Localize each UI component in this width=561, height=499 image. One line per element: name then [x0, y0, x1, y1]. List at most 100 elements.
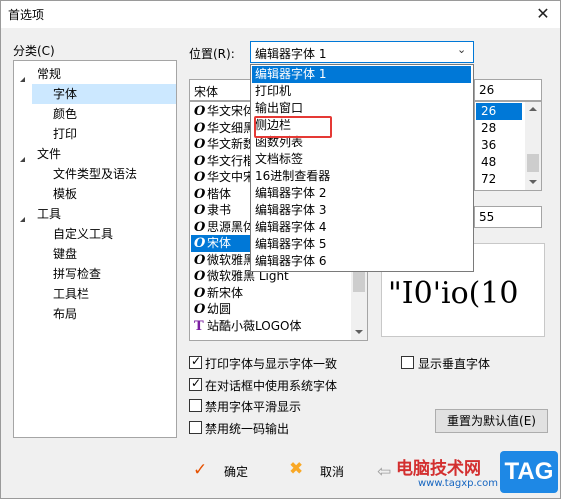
- opentype-font-icon: O: [194, 120, 206, 136]
- show-vertical-checkbox[interactable]: [401, 356, 414, 369]
- tree-item-label: 键盘: [53, 247, 78, 261]
- scroll-thumb[interactable]: [527, 154, 539, 172]
- truetype-font-icon: T: [194, 318, 204, 334]
- position-option[interactable]: 编辑器字体 1: [252, 66, 471, 83]
- tree-item-label: 布局: [53, 307, 78, 321]
- collapse-icon[interactable]: [20, 210, 27, 222]
- category-tree[interactable]: 常规 字体颜色打印文件文件类型及语法模板工具自定义工具键盘拼写检查工具栏布局: [13, 60, 177, 438]
- opentype-font-icon: O: [194, 252, 206, 268]
- tree-item-label: 颜色: [53, 107, 78, 121]
- size-list-item[interactable]: 72: [476, 171, 522, 188]
- font-list-item-label: 华文新魏: [207, 137, 256, 151]
- tree-item[interactable]: 布局: [32, 304, 176, 324]
- back-arrow-icon[interactable]: ⇦: [377, 462, 391, 482]
- tree-item-label: 拼写检查: [53, 267, 102, 281]
- watermark-site-name: 电脑技术网: [396, 459, 481, 479]
- position-option[interactable]: 输出窗口: [252, 100, 471, 117]
- tree-item[interactable]: 字体: [32, 84, 176, 104]
- window-title: 首选项: [8, 8, 45, 22]
- watermark-tag-logo: TAG: [500, 451, 558, 493]
- position-option[interactable]: 编辑器字体 5: [252, 236, 471, 253]
- option-checkbox[interactable]: [189, 399, 202, 412]
- position-label: 位置(R):: [189, 47, 235, 61]
- tree-item-label: 文件: [37, 147, 62, 161]
- position-option[interactable]: 文档标签: [252, 151, 471, 168]
- checkmark-icon: ✓: [193, 460, 208, 480]
- opentype-font-icon: O: [194, 137, 206, 152]
- font-list-item-label: 思源黑体: [207, 219, 256, 234]
- char-spacing-input[interactable]: 55: [474, 206, 542, 228]
- option-checkbox[interactable]: [189, 354, 202, 369]
- font-list-item[interactable]: O 新宋体: [191, 285, 367, 302]
- tree-item[interactable]: 颜色: [32, 104, 176, 124]
- watermark-url: www.tagxp.com: [418, 478, 498, 489]
- tree-item[interactable]: 常规: [14, 64, 176, 84]
- position-option[interactable]: 编辑器字体 3: [252, 202, 471, 219]
- font-list-item-label: 微软雅黑: [207, 252, 256, 267]
- size-list-item[interactable]: 28: [476, 120, 522, 137]
- font-list-item-label: 幼圆: [207, 302, 232, 316]
- cancel-button-label: 取消: [320, 465, 345, 479]
- font-size-value: 26: [479, 83, 495, 97]
- font-list-item-label: 华文中宋: [207, 170, 256, 184]
- tree-item-label: 模板: [53, 187, 78, 201]
- tree-item[interactable]: 打印: [32, 124, 176, 144]
- size-list-scrollbar[interactable]: [525, 102, 541, 190]
- font-size-input[interactable]: 26: [474, 79, 542, 101]
- highlight-box: [254, 116, 332, 138]
- collapse-icon[interactable]: [20, 150, 27, 162]
- position-option[interactable]: 编辑器字体 6: [252, 253, 471, 270]
- ok-button-label: 确定: [224, 465, 249, 479]
- font-list-item-label: 站酷小薇LOGO体: [207, 318, 302, 333]
- category-label: 分类(C): [13, 44, 55, 58]
- char-spacing-value: 55: [479, 210, 495, 224]
- position-select-value: 编辑器字体 1: [255, 47, 327, 61]
- position-option[interactable]: 打印机: [252, 83, 471, 100]
- title-bar: [1, 1, 560, 28]
- scroll-up-icon[interactable]: [529, 107, 537, 111]
- tree-item[interactable]: 文件类型及语法: [32, 164, 176, 184]
- opentype-font-icon: O: [194, 203, 206, 218]
- font-size-list[interactable]: 26 28 36 48 72: [474, 101, 542, 191]
- tree-item[interactable]: 工具栏: [32, 284, 176, 304]
- font-list-item[interactable]: T 站酷小薇LOGO体: [191, 318, 367, 335]
- option-checkbox[interactable]: [189, 420, 202, 434]
- opentype-font-icon: O: [194, 269, 206, 284]
- tree-item[interactable]: 工具: [14, 204, 176, 224]
- tree-item[interactable]: 文件: [14, 144, 176, 164]
- font-list-item[interactable]: O 幼圆: [191, 301, 367, 318]
- option-checkbox[interactable]: [189, 376, 202, 391]
- tree-item-label: 工具: [37, 207, 62, 221]
- font-list-item-label: 华文宋体: [207, 104, 256, 118]
- opentype-font-icon: O: [194, 285, 206, 301]
- scroll-down-icon[interactable]: [529, 180, 537, 184]
- opentype-font-icon: O: [194, 219, 206, 235]
- opentype-font-icon: O: [194, 170, 206, 185]
- font-list-item-label: 华文细黑: [207, 120, 256, 135]
- chevron-down-icon: ⌄: [457, 43, 467, 56]
- position-option[interactable]: 编辑器字体 2: [252, 185, 471, 202]
- tree-item[interactable]: 自定义工具: [32, 224, 176, 244]
- collapse-icon[interactable]: [20, 70, 27, 82]
- font-name-value: 宋体: [194, 85, 219, 99]
- opentype-font-icon: O: [194, 302, 206, 317]
- opentype-font-icon: O: [194, 153, 206, 169]
- size-list-item[interactable]: 26: [476, 103, 522, 120]
- position-option[interactable]: 编辑器字体 4: [252, 219, 471, 236]
- size-list-item[interactable]: 36: [476, 137, 522, 154]
- tree-item[interactable]: 拼写检查: [32, 264, 176, 284]
- reset-default-button[interactable]: 重置为默认值(E): [435, 409, 548, 433]
- tree-item[interactable]: 键盘: [32, 244, 176, 264]
- position-select[interactable]: 编辑器字体 1 ⌄: [250, 41, 474, 63]
- position-dropdown[interactable]: 编辑器字体 1 打印机 输出窗口 侧边栏 函数列表 文档标签 16进制查看器 编辑器字体 2编…: [250, 64, 474, 272]
- tree-item-label: 自定义工具: [53, 227, 114, 241]
- preview-text: "I0'io(10: [388, 276, 519, 311]
- tree-item[interactable]: 模板: [32, 184, 176, 204]
- tree-item-label: 工具栏: [53, 287, 90, 301]
- position-option[interactable]: 16进制查看器: [252, 168, 471, 185]
- font-list-item-label: 新宋体: [207, 285, 244, 300]
- option-label: 打印字体与显示字体一致: [205, 357, 338, 371]
- size-list-item[interactable]: 48: [476, 154, 522, 171]
- option-label: 禁用字体平滑显示: [205, 400, 302, 414]
- close-icon[interactable]: ✕: [532, 4, 554, 24]
